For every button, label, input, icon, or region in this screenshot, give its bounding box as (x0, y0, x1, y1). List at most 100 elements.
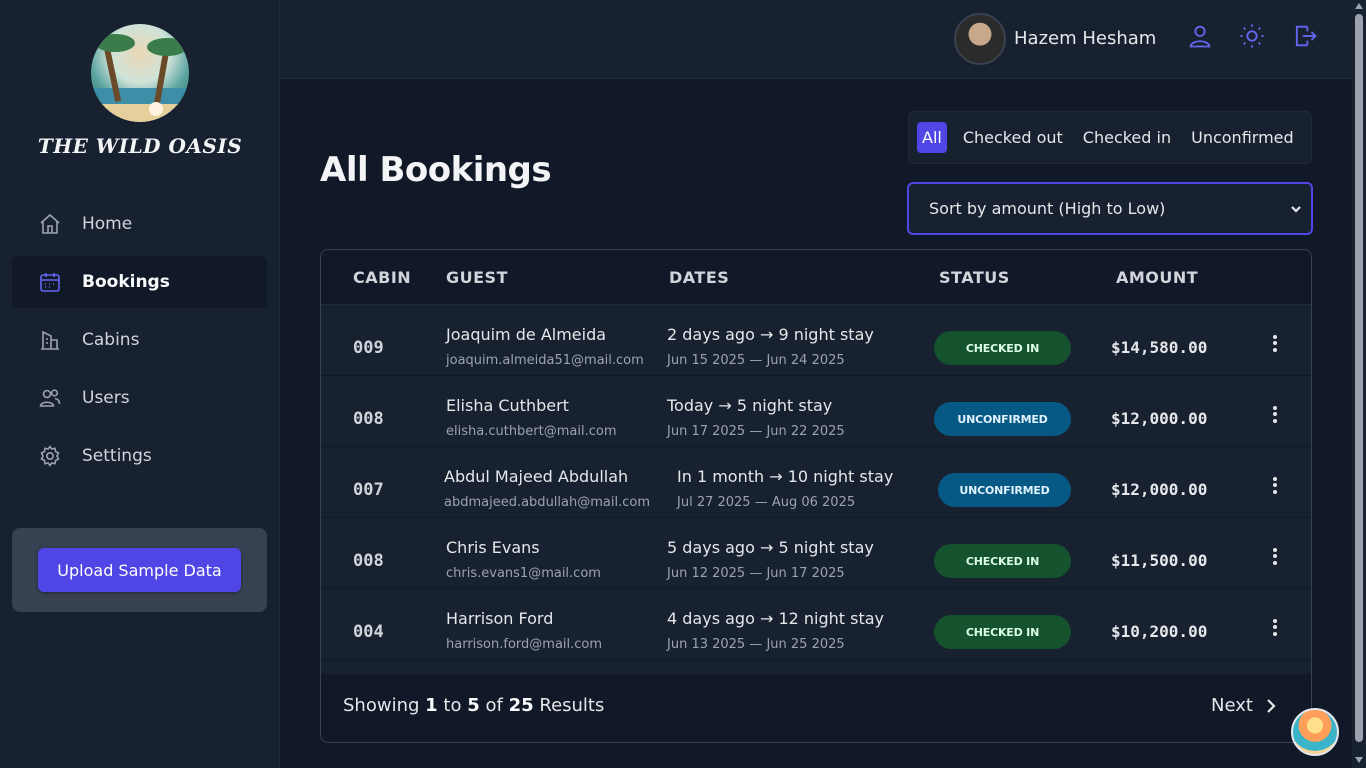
date-range: Jun 13 2025 — Jun 25 2025 (667, 637, 845, 652)
pagination-text: Results (539, 695, 605, 716)
sidebar-item-label: Cabins (82, 330, 140, 350)
calendar-icon (38, 270, 62, 294)
stay-summary: 2 days ago → 9 night stay (667, 325, 874, 344)
sort-select-value: Sort by amount (High to Low) (929, 199, 1166, 218)
status-badge: CHECKED IN (934, 615, 1071, 649)
scroll-down-arrow-icon[interactable] (1355, 757, 1363, 763)
booking-amount: $14,580.00 (1111, 338, 1208, 357)
logout-icon[interactable] (1291, 22, 1319, 50)
guest-email: joaquim.almeida51@mail.com (446, 353, 644, 368)
sidebar: THE WILD OASIS Home Bookings Cabins User… (0, 0, 280, 768)
guest-name: Harrison Ford (446, 609, 554, 628)
sidebar-item-label: Settings (82, 446, 152, 466)
column-header-dates: DATES (669, 268, 730, 287)
filter-checked-in[interactable]: Checked in (1075, 122, 1179, 153)
next-page-label: Next (1211, 695, 1253, 716)
sun-icon[interactable] (1238, 22, 1266, 50)
logo: THE WILD OASIS (0, 20, 280, 158)
sidebar-item-users[interactable]: Users (12, 372, 267, 424)
guest-name: Abdul Majeed Abdullah (444, 467, 629, 486)
sidebar-item-bookings[interactable]: Bookings (12, 256, 267, 308)
table-footer: Showing 1 to 5 of 25 Results Next (321, 674, 1311, 742)
guest-email: abdmajeed.abdullah@mail.com (444, 495, 650, 510)
sidebar-item-label: Home (82, 214, 133, 234)
stay-summary: Today → 5 night stay (667, 396, 833, 415)
logo-text: THE WILD OASIS (37, 134, 243, 158)
date-range: Jun 15 2025 — Jun 24 2025 (667, 353, 845, 368)
username: Hazem Hesham (1014, 28, 1157, 49)
status-badge: UNCONFIRMED (934, 402, 1071, 436)
cabin-number: 007 (353, 480, 384, 500)
page-title: All Bookings (320, 150, 552, 190)
guest-name: Joaquim de Almeida (446, 325, 607, 344)
guest-email: chris.evans1@mail.com (446, 566, 601, 581)
sidebar-item-label: Bookings (82, 272, 170, 292)
guest-email: elisha.cuthbert@mail.com (446, 424, 617, 439)
cabin-number: 009 (353, 338, 384, 358)
cabin-number: 008 (353, 551, 384, 571)
more-options-icon[interactable] (1267, 546, 1283, 570)
logo-image (91, 24, 189, 122)
pagination-text: to (443, 695, 462, 716)
more-options-icon[interactable] (1267, 404, 1283, 428)
date-range: Jun 17 2025 — Jun 22 2025 (667, 424, 845, 439)
guest-name: Elisha Cuthbert (446, 396, 569, 415)
booking-amount: $10,200.00 (1111, 622, 1208, 641)
upload-sample-data-button[interactable]: Upload Sample Data (38, 548, 241, 592)
pagination-text: of (485, 695, 503, 716)
booking-amount: $12,000.00 (1111, 480, 1208, 499)
avatar (954, 13, 1006, 65)
pagination-text: Showing (343, 695, 420, 716)
sidebar-nav: Home Bookings Cabins Users Settings (12, 198, 267, 488)
column-header-cabin: CABIN (353, 268, 412, 287)
sidebar-item-home[interactable]: Home (12, 198, 267, 250)
more-options-icon[interactable] (1267, 475, 1283, 499)
status-badge: UNCONFIRMED (938, 473, 1071, 507)
scroll-up-arrow-icon[interactable] (1355, 3, 1363, 9)
date-range: Jul 27 2025 — Aug 06 2025 (677, 495, 856, 510)
sidebar-item-cabins[interactable]: Cabins (12, 314, 267, 366)
date-range: Jun 12 2025 — Jun 17 2025 (667, 566, 845, 581)
upload-panel: Upload Sample Data (12, 528, 267, 612)
table-row: 009 Joaquim de Almeida joaquim.almeida51… (321, 305, 1311, 376)
table-row: 008 Chris Evans chris.evans1@mail.com 5 … (321, 518, 1311, 589)
header: Hazem Hesham (280, 0, 1352, 79)
column-header-amount: AMOUNT (1116, 268, 1199, 287)
more-options-icon[interactable] (1267, 617, 1283, 641)
guest-email: harrison.ford@mail.com (446, 637, 603, 652)
scroll-thumb[interactable] (1355, 14, 1363, 742)
cabin-number: 004 (353, 622, 384, 642)
users-icon (38, 386, 62, 410)
guest-name: Chris Evans (446, 538, 540, 557)
floating-oasis-button[interactable] (1291, 708, 1339, 756)
pagination-total: 25 (508, 695, 534, 716)
table-row: 007 Abdul Majeed Abdullah abdmajeed.abdu… (321, 447, 1311, 518)
sidebar-item-label: Users (82, 388, 130, 408)
building-icon (38, 328, 62, 352)
status-badge: CHECKED IN (934, 544, 1071, 578)
table-header: CABIN GUEST DATES STATUS AMOUNT (321, 250, 1311, 305)
booking-amount: $12,000.00 (1111, 409, 1208, 428)
column-header-guest: GUEST (446, 268, 508, 287)
stay-summary: 5 days ago → 5 night stay (667, 538, 874, 557)
next-page-button[interactable]: Next (1211, 695, 1279, 716)
sort-select[interactable]: Sort by amount (High to Low) (907, 182, 1313, 235)
sidebar-item-settings[interactable]: Settings (12, 430, 267, 482)
status-badge: CHECKED IN (934, 331, 1071, 365)
stay-summary: 4 days ago → 12 night stay (667, 609, 885, 628)
filter-checked-out[interactable]: Checked out (955, 122, 1071, 153)
pagination-from: 1 (425, 695, 438, 716)
home-icon (38, 212, 62, 236)
booking-filter: All Checked out Checked in Unconfirmed (908, 111, 1312, 164)
stay-summary: In 1 month → 10 night stay (677, 467, 894, 486)
scrollbar[interactable] (1352, 0, 1366, 768)
user-icon[interactable] (1186, 22, 1214, 50)
table-row: 008 Elisha Cuthbert elisha.cuthbert@mail… (321, 376, 1311, 447)
filter-unconfirmed[interactable]: Unconfirmed (1183, 122, 1302, 153)
column-header-status: STATUS (939, 268, 1010, 287)
more-options-icon[interactable] (1267, 333, 1283, 357)
booking-amount: $11,500.00 (1111, 551, 1208, 570)
filter-all[interactable]: All (917, 122, 947, 153)
pagination-summary: Showing 1 to 5 of 25 Results (343, 695, 604, 716)
pagination-to: 5 (467, 695, 480, 716)
